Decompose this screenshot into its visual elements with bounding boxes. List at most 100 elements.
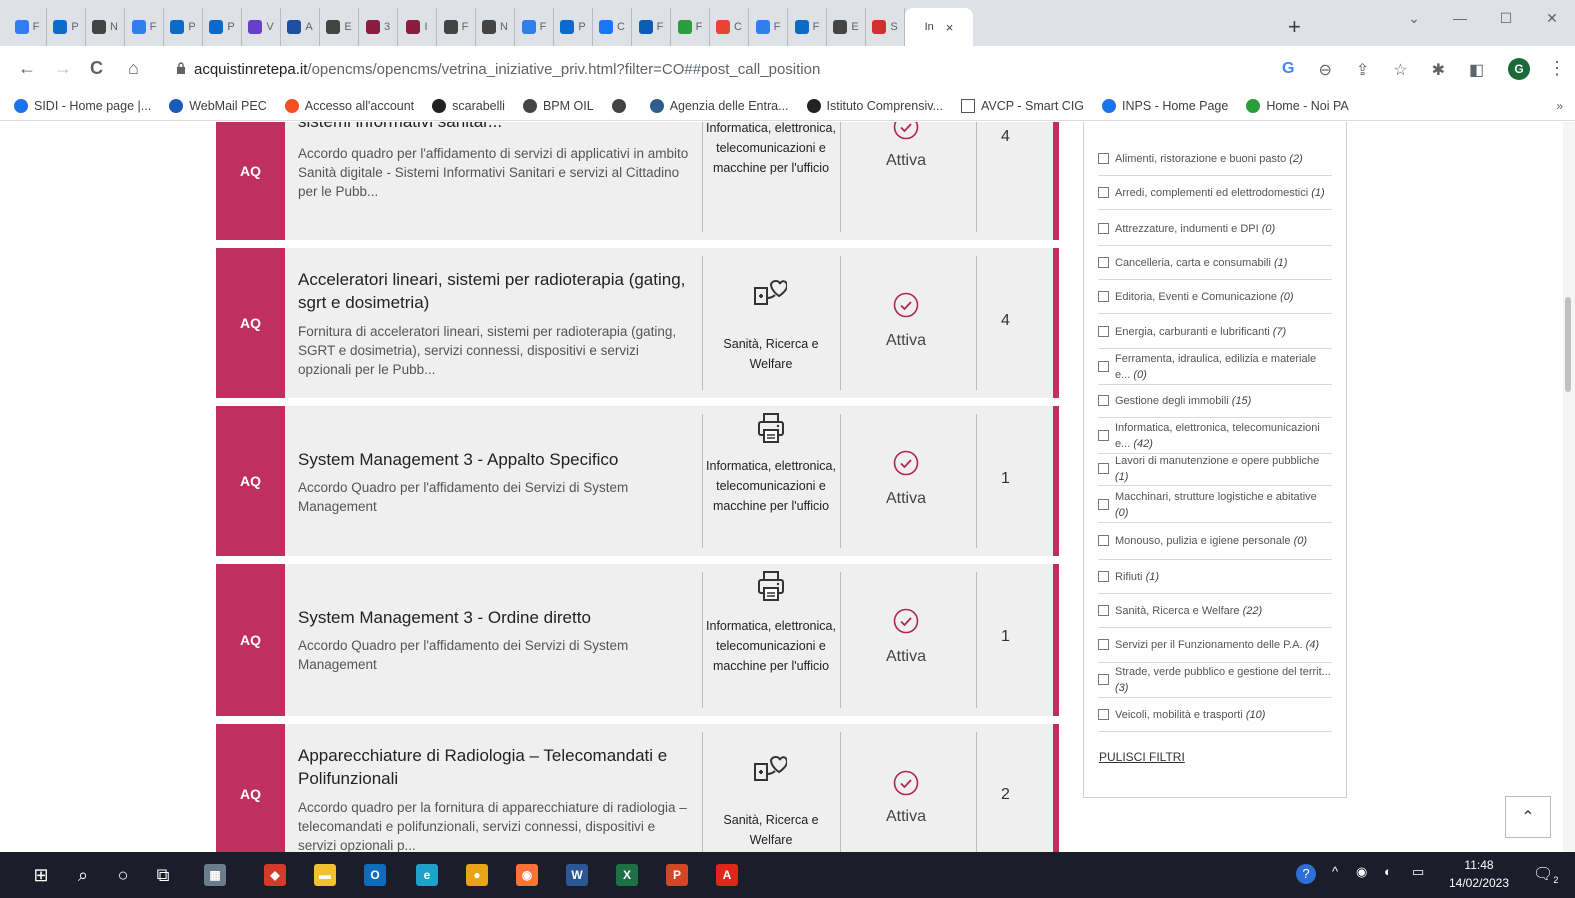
filter-checkbox[interactable] — [1098, 571, 1109, 582]
filter-checkbox[interactable] — [1098, 395, 1109, 406]
initiative-card[interactable]: AQ sistemi informativi sanitar... Accordo … — [216, 122, 1059, 240]
filter-option[interactable]: Alimenti, ristorazione e buoni pasto (2) — [1098, 142, 1332, 176]
browser-tab[interactable]: F — [749, 8, 788, 46]
tray-chevron-icon[interactable]: ^ — [1332, 864, 1338, 879]
initiative-title[interactable]: Apparecchiature di Radiologia – Telecoma… — [298, 744, 693, 790]
filter-checkbox[interactable] — [1098, 326, 1109, 337]
initiative-title[interactable]: Acceleratori lineari, sistemi per radiot… — [298, 268, 693, 314]
page-scrollbar[interactable] — [1563, 122, 1575, 852]
zoom-icon[interactable]: ⊖ — [1318, 60, 1331, 80]
minimize-button[interactable]: — — [1437, 10, 1483, 27]
browser-tab[interactable]: 3 — [359, 8, 398, 46]
filter-option[interactable]: Veicoli, mobilità e trasporti (10) — [1098, 698, 1332, 732]
notifications-icon[interactable]: 🗨2 — [1533, 864, 1558, 885]
browser-tab[interactable]: A — [281, 8, 320, 46]
filter-option[interactable]: Sanità, Ricerca e Welfare (22) — [1098, 594, 1332, 628]
task-view-icon[interactable]: ⧉ — [152, 864, 174, 886]
browser-tab[interactable]: P — [554, 8, 593, 46]
filter-option[interactable]: Strade, verde pubblico e gestione del te… — [1098, 662, 1332, 698]
initiative-card[interactable]: AQ System Management 3 - Appalto Specific… — [216, 406, 1059, 556]
browser-tab[interactable]: P — [47, 8, 86, 46]
back-button[interactable]: ← — [18, 58, 36, 79]
browser-tab[interactable]: F — [125, 8, 164, 46]
browser-tab[interactable]: N — [86, 8, 125, 46]
filter-checkbox[interactable] — [1098, 674, 1109, 685]
filter-checkbox[interactable] — [1098, 499, 1109, 510]
bookmark-item[interactable]: scarabelli — [432, 99, 505, 113]
app-red-icon[interactable]: ◆ — [264, 864, 286, 886]
browser-tab[interactable]: C — [593, 8, 632, 46]
browser-tab[interactable]: P — [203, 8, 242, 46]
browser-tab[interactable]: S — [866, 8, 905, 46]
filter-checkbox[interactable] — [1098, 709, 1109, 720]
edge-icon[interactable]: e — [416, 864, 438, 886]
filter-checkbox[interactable] — [1098, 153, 1109, 164]
word-icon[interactable]: W — [566, 864, 588, 886]
new-tab-button[interactable]: + — [1288, 14, 1301, 40]
filter-option[interactable]: Lavori di manutenzione e opere pubbliche… — [1098, 452, 1332, 486]
clock[interactable]: 11:48 14/02/2023 — [1444, 856, 1514, 892]
filter-option[interactable]: Attrezzature, indumenti e DPI (0) — [1098, 212, 1332, 246]
bookmark-item[interactable] — [611, 99, 632, 113]
filter-checkbox[interactable] — [1098, 463, 1109, 474]
clear-filters-link[interactable]: PULISCI FILTRI — [1099, 750, 1185, 764]
bookmark-item[interactable]: AVCP - Smart CIG — [961, 99, 1084, 113]
filter-option[interactable]: Informatica, elettronica, telecomunicazi… — [1098, 418, 1332, 454]
home-button[interactable]: ⌂ — [128, 58, 139, 79]
browser-tab[interactable]: F — [671, 8, 710, 46]
tab-search-button[interactable]: ⌄ — [1391, 10, 1437, 27]
google-lens-icon[interactable]: G — [1282, 60, 1294, 80]
initiative-card[interactable]: AQ Acceleratori lineari, sistemi per radi… — [216, 248, 1059, 398]
filter-option[interactable]: Editoria, Eventi e Comunicazione (0) — [1098, 280, 1332, 314]
browser-tab[interactable]: E — [320, 8, 359, 46]
tray-app-icon[interactable]: ◉ — [1356, 864, 1367, 880]
filter-option[interactable]: Rifiuti (1) — [1098, 560, 1332, 594]
file-explorer-icon[interactable]: ▬ — [314, 864, 336, 886]
browser-tab[interactable]: E — [827, 8, 866, 46]
browser-tab[interactable]: C — [710, 8, 749, 46]
filter-checkbox[interactable] — [1098, 605, 1109, 616]
acrobat-icon[interactable]: A — [716, 864, 738, 886]
reload-button[interactable]: C — [90, 58, 103, 79]
outlook-icon[interactable]: O — [364, 864, 386, 886]
filter-checkbox[interactable] — [1098, 361, 1109, 372]
help-icon[interactable]: ? — [1296, 864, 1316, 884]
close-window-button[interactable]: ✕ — [1529, 10, 1575, 27]
filter-checkbox[interactable] — [1098, 430, 1109, 441]
initiative-card[interactable]: AQ Apparecchiature di Radiologia – Teleco… — [216, 724, 1059, 852]
profile-avatar[interactable]: G — [1508, 58, 1530, 80]
browser-tab[interactable]: P — [164, 8, 203, 46]
bookmark-item[interactable]: WebMail PEC — [169, 99, 267, 113]
scrollbar-thumb[interactable] — [1565, 297, 1571, 392]
filter-option[interactable]: Servizi per il Funzionamento delle P.A. … — [1098, 627, 1332, 663]
filter-option[interactable]: Ferramenta, idraulica, edilizia e materi… — [1098, 349, 1332, 385]
initiative-title[interactable]: System Management 3 - Appalto Specifico — [298, 448, 693, 471]
bookmark-item[interactable]: Home - Noi PA — [1246, 99, 1349, 113]
start-icon[interactable]: ⊞ — [30, 864, 52, 886]
excel-icon[interactable]: X — [616, 864, 638, 886]
close-tab-icon[interactable]: × — [946, 20, 954, 35]
tray-network-icon[interactable]: ◐ — [1384, 864, 1392, 879]
filter-option[interactable]: Cancelleria, carta e consumabili (1) — [1098, 246, 1332, 280]
browser-tab[interactable]: V — [242, 8, 281, 46]
browser-tab[interactable]: F — [437, 8, 476, 46]
bookmark-item[interactable]: Accesso all'account — [284, 99, 414, 113]
filter-option[interactable]: Arredi, complementi ed elettrodomestici … — [1098, 176, 1332, 210]
filter-option[interactable]: Energia, carburanti e lubrificanti (7) — [1098, 315, 1332, 349]
bookmark-item[interactable]: BPM OIL — [522, 99, 594, 113]
browser-tab[interactable]: I — [398, 8, 437, 46]
filter-option[interactable]: Monouso, pulizia e igiene personale (0) — [1098, 522, 1332, 560]
bookmark-item[interactable]: Istituto Comprensiv... — [806, 99, 943, 113]
side-panel-icon[interactable]: ◧ — [1469, 60, 1484, 80]
maximize-button[interactable]: ☐ — [1483, 10, 1529, 27]
browser-tab[interactable]: F — [632, 8, 671, 46]
firefox-icon[interactable]: ◉ — [516, 864, 538, 886]
initiative-card[interactable]: AQ System Management 3 - Ordine diretto Ac… — [216, 564, 1059, 716]
menu-icon[interactable]: ⋮ — [1548, 58, 1566, 79]
browser-tab[interactable]: F — [788, 8, 827, 46]
filter-checkbox[interactable] — [1098, 223, 1109, 234]
forward-button[interactable]: → — [54, 58, 72, 79]
search-icon[interactable]: ⌕ — [72, 864, 94, 886]
browser-tab[interactable]: F — [8, 8, 47, 46]
bookmark-item[interactable]: INPS - Home Page — [1102, 99, 1228, 113]
